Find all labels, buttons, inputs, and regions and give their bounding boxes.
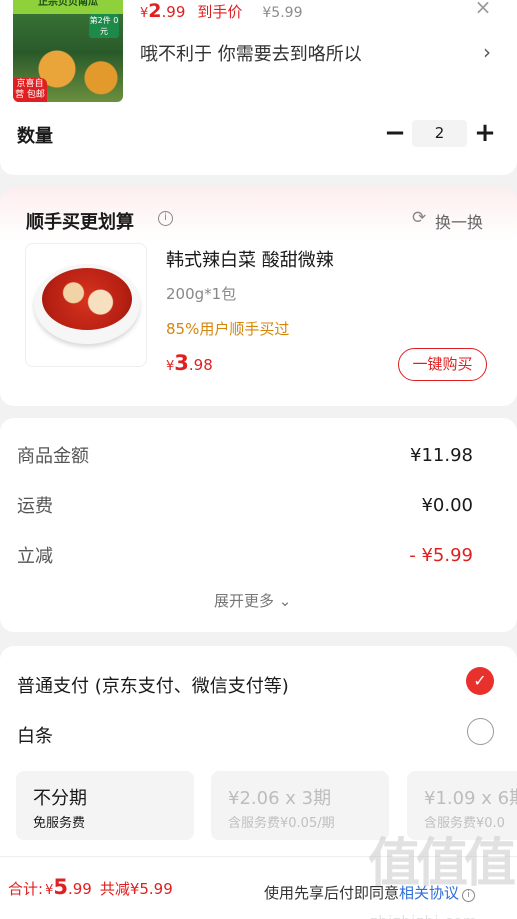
subtotal-label: 商品金额 [17, 446, 89, 467]
total-integer: 5 [53, 875, 68, 899]
installment-sub: 含服务费¥0.05/期 [228, 816, 335, 831]
bundle-recommendation-card: 顺手买更划算 i ⟳ 换一换 韩式辣白菜 酸甜微辣 200g*1包 85%用户顺… [0, 188, 517, 406]
price-decimal: .99 [161, 3, 186, 21]
installment-sub: 含服务费¥0.0 [424, 816, 505, 831]
checkout-page: 正宗贝贝南瓜 第2件 0元 京喜自营 包邮 ¥ 2 .99 到手价 ¥5.99 … [0, 0, 517, 919]
close-icon[interactable]: × [470, 0, 496, 18]
kimchi-graphic [42, 268, 132, 330]
payment-card: 普通支付 (京东支付、微信支付等) ✓ 白条 不分期 免服务费 ¥2.06 x … [0, 646, 517, 856]
quantity-input[interactable]: 2 [412, 120, 467, 147]
order-summary-card: 商品金额 ¥11.98 运费 ¥0.00 立减 - ¥5.99 展开更多 ⌄ [0, 418, 517, 632]
agreement-link[interactable]: 相关协议 [399, 884, 459, 902]
quantity-label: 数量 [17, 126, 53, 147]
kimchi-product-image[interactable] [25, 243, 147, 367]
info-icon[interactable]: i [462, 889, 476, 902]
payment-option-standard[interactable]: 普通支付 (京东支付、微信支付等) [17, 672, 289, 698]
checkout-footer: 合计: ¥ 5 .99 共减¥5.99 使用先享后付即同意相关协议 i [0, 856, 517, 919]
shipping-value: ¥0.00 [421, 495, 473, 516]
bundle-item-spec: 200g*1包 [166, 285, 237, 303]
total-decimal: .99 [67, 880, 92, 898]
free-shipping-tag: 京喜自营 包邮 [13, 78, 47, 102]
product-thumbnail[interactable]: 正宗贝贝南瓜 第2件 0元 京喜自营 包邮 [13, 0, 123, 102]
order-total: 合计: ¥ 5 .99 共减¥5.99 [8, 875, 173, 899]
installment-title: ¥1.09 x 6期 [424, 788, 517, 809]
price-integer: 2 [148, 0, 162, 22]
address-text[interactable]: 哦不利于 你需要去到咯所以 [140, 40, 480, 66]
installment-option-3[interactable]: ¥2.06 x 3期 含服务费¥0.05/期 [211, 771, 389, 840]
original-price: ¥5.99 [262, 5, 303, 21]
shipping-label: 运费 [17, 496, 53, 517]
final-price: ¥ 2 .99 到手价 ¥5.99 [140, 0, 302, 22]
installment-option-6[interactable]: ¥1.09 x 6期 含服务费¥0.0 [407, 771, 517, 840]
bundle-item-price: ¥ 3 .98 [166, 351, 213, 375]
price-symbol: ¥ [140, 6, 149, 21]
subtotal-value: ¥11.98 [410, 445, 473, 466]
bundle-item-name[interactable]: 韩式辣白菜 酸甜微辣 [166, 246, 334, 272]
total-saved: 共减¥5.99 [99, 880, 173, 898]
final-price-label: 到手价 [197, 3, 243, 21]
thumbnail-banner: 正宗贝贝南瓜 [13, 0, 123, 14]
checkmark-icon[interactable]: ✓ [466, 667, 494, 695]
product-card: 正宗贝贝南瓜 第2件 0元 京喜自营 包邮 ¥ 2 .99 到手价 ¥5.99 … [0, 0, 517, 175]
agreement-notice: 使用先享后付即同意相关协议 i [264, 882, 476, 903]
info-icon[interactable]: i [158, 211, 173, 226]
discount-label: 立减 [17, 546, 53, 567]
quantity-increase-button[interactable]: + [474, 118, 496, 148]
discount-value: - ¥5.99 [409, 545, 473, 566]
one-click-buy-button[interactable]: 一键购买 [398, 348, 487, 381]
installment-title: ¥2.06 x 3期 [228, 788, 332, 809]
bundle-title: 顺手买更划算 [26, 212, 134, 233]
expand-more-button[interactable]: 展开更多 ⌄ [214, 590, 291, 611]
installment-sub: 免服务费 [33, 816, 86, 831]
total-label: 合计: [8, 880, 44, 898]
refresh-icon[interactable]: ⟳ [412, 208, 426, 228]
quantity-decrease-button[interactable]: − [384, 118, 406, 148]
free-item-tag: 第2件 0元 [89, 14, 119, 38]
price-integer: 3 [174, 351, 189, 375]
price-decimal: .98 [188, 356, 213, 374]
radio-unselected-icon[interactable] [467, 718, 494, 745]
refresh-button[interactable]: 换一换 [435, 209, 483, 233]
chevron-right-icon[interactable]: › [483, 40, 491, 64]
installment-title: 不分期 [33, 788, 87, 809]
bundle-item-popularity: 85%用户顺手买过 [166, 320, 290, 338]
price-symbol: ¥ [166, 359, 175, 374]
total-symbol: ¥ [45, 883, 54, 898]
installment-option-none[interactable]: 不分期 免服务费 [16, 771, 194, 840]
payment-option-baitiao[interactable]: 白条 [17, 722, 53, 748]
agreement-text: 使用先享后付即同意 [264, 884, 400, 902]
